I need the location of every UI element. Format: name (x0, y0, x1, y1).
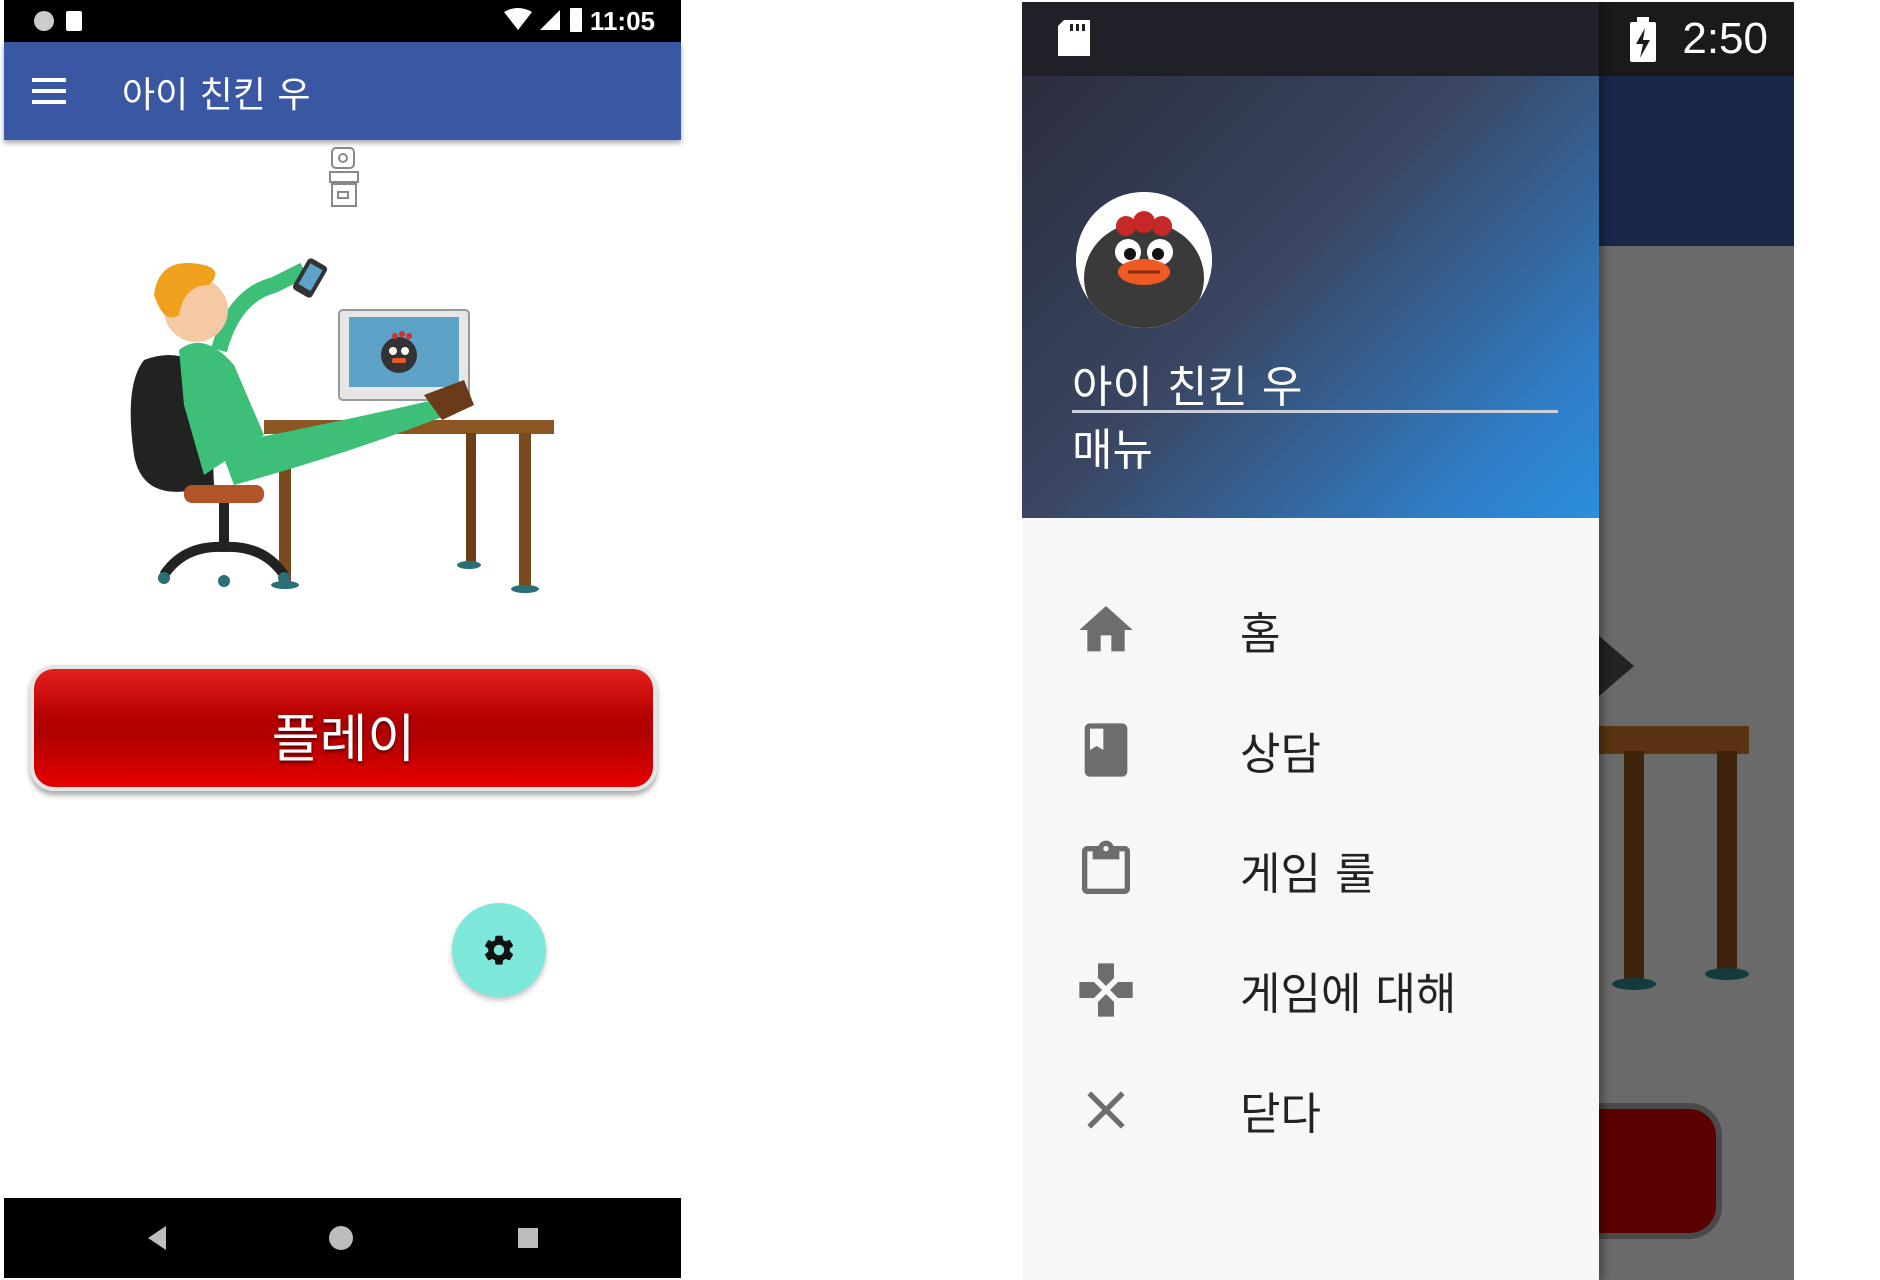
signal-battery-icons (504, 8, 582, 32)
right-phone-screen: 2:50 아이 친킨 우 매뉴 홈 상담 게임 룰 게임에 대해 닫다 (1022, 2, 1794, 1280)
menu-item-close[interactable]: 닫다 (1022, 1036, 1599, 1180)
back-triangle-icon[interactable] (144, 1224, 170, 1252)
play-button[interactable]: 플레이 (30, 665, 657, 791)
gear-icon (484, 935, 514, 965)
home-icon (1079, 606, 1133, 652)
chicken-avatar-icon (1076, 192, 1212, 328)
clipboard-icon (1082, 840, 1130, 894)
close-icon (1087, 1091, 1125, 1129)
battery-charging-icon (1630, 17, 1656, 62)
menu-item-label: 상담 (1240, 729, 1321, 780)
sd-card-icon (1058, 20, 1090, 56)
status-time: 2:50 (1682, 14, 1768, 63)
person-at-desk-illustration (130, 258, 554, 593)
drawer-title: 아이 친킨 우 (1072, 362, 1303, 413)
drawer-subtitle: 매뉴 (1072, 425, 1153, 476)
notification-icons (34, 11, 82, 31)
hamburger-menu-icon[interactable] (32, 78, 66, 104)
drawer-header: 아이 친킨 우 매뉴 (1022, 76, 1599, 518)
gamepad-icon (1079, 963, 1133, 1017)
status-time: 11:05 (589, 6, 655, 36)
recents-square-icon[interactable] (516, 1226, 540, 1250)
settings-fab[interactable] (452, 903, 546, 997)
play-button-label: 플레이 (271, 710, 416, 770)
app-title: 아이 친킨 우 (122, 75, 311, 116)
home-circle-icon[interactable] (328, 1225, 354, 1251)
navigation-drawer: 아이 친킨 우 매뉴 홈 상담 게임 룰 게임에 대해 닫다 (1022, 2, 1599, 1280)
avatar (1076, 192, 1212, 328)
app-bar: 아이 친킨 우 (4, 42, 681, 140)
left-phone-screen: 11:05 아이 친킨 우 플레이 (4, 0, 681, 1278)
menu-item-label: 닫다 (1240, 1089, 1321, 1140)
menu-item-label: 홈 (1240, 609, 1281, 660)
navigation-bar (4, 1198, 681, 1278)
book-icon (1084, 723, 1128, 777)
small-logo-icon (329, 147, 359, 207)
menu-item-label: 게임에 대해 (1240, 969, 1457, 1020)
divider (1072, 410, 1558, 413)
menu-item-label: 게임 룰 (1240, 849, 1376, 900)
status-bar: 11:05 (4, 0, 681, 42)
dimmed-background-content (1599, 246, 1794, 1280)
drawer-status-area (1022, 2, 1599, 76)
